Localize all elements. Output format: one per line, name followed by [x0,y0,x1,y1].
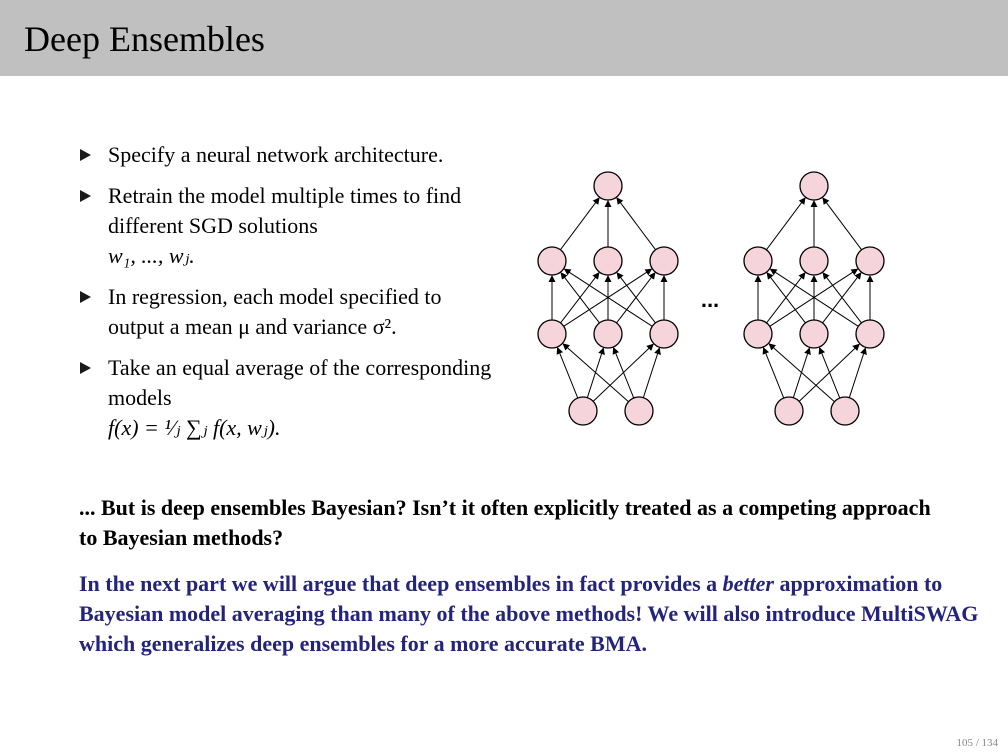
network-node [649,246,679,276]
triangle-bullet-icon [80,149,91,161]
question-text: ... But is deep ensembles Bayesian? Isn’… [79,495,931,550]
network-edge [818,346,841,399]
network-node [855,319,885,349]
network-edge [642,347,661,398]
network-edge [768,343,835,403]
highlight-part1: In the next part we will argue that deep… [79,571,723,596]
network-edge [612,346,635,399]
network-node [799,246,829,276]
network-node [743,319,773,349]
bullet-item: In regression, each model specified to o… [78,282,498,342]
network-node [774,396,804,426]
network-node [743,246,773,276]
network-node [830,396,860,426]
highlight-emph: better [722,571,774,596]
title-bar: Deep Ensembles [0,0,1008,76]
network-edge [848,347,867,398]
bullet-text: Specify a neural network architecture. [108,142,444,167]
network-edge [559,197,600,251]
network-node [799,319,829,349]
ensemble-networks-figure: ... [537,171,885,426]
network-edge [556,346,579,399]
network-node [855,246,885,276]
network-node [568,396,598,426]
network-edge [562,343,629,403]
page-number: 105 / 134 [956,737,998,749]
network-node [799,171,829,201]
bullet-item: Take an equal average of the correspondi… [78,353,498,443]
bullet-text: In regression, each model specified to o… [108,284,442,339]
network-edge [822,197,863,251]
bullet-item: Specify a neural network architecture. [78,140,498,170]
network-node [593,171,623,201]
network-node [624,396,654,426]
bullet-text: Retrain the model multiple times to find… [108,183,462,238]
network-edge [616,197,657,251]
highlight-text: In the next part we will argue that deep… [79,569,979,659]
bullet-text: Take an equal average of the correspondi… [108,355,492,410]
network-edge [765,197,806,251]
ellipsis-label: ... [701,287,719,312]
triangle-bullet-icon [80,291,91,303]
triangle-bullet-icon [80,190,91,202]
bullet-math: f(x) = ¹⁄ⱼ ∑ⱼ f(x, wⱼ). [108,415,281,440]
bullet-list: Specify a neural network architecture. R… [78,140,498,454]
network-node [537,246,567,276]
network-node [537,319,567,349]
network-node [593,246,623,276]
triangle-bullet-icon [80,362,91,374]
network-edge [762,346,785,399]
slide-title: Deep Ensembles [24,19,265,59]
bullet-item: Retrain the model multiple times to find… [78,181,498,271]
network-node [649,319,679,349]
bullet-math: w₁, ..., wⱼ. [108,243,195,268]
network-node [593,319,623,349]
